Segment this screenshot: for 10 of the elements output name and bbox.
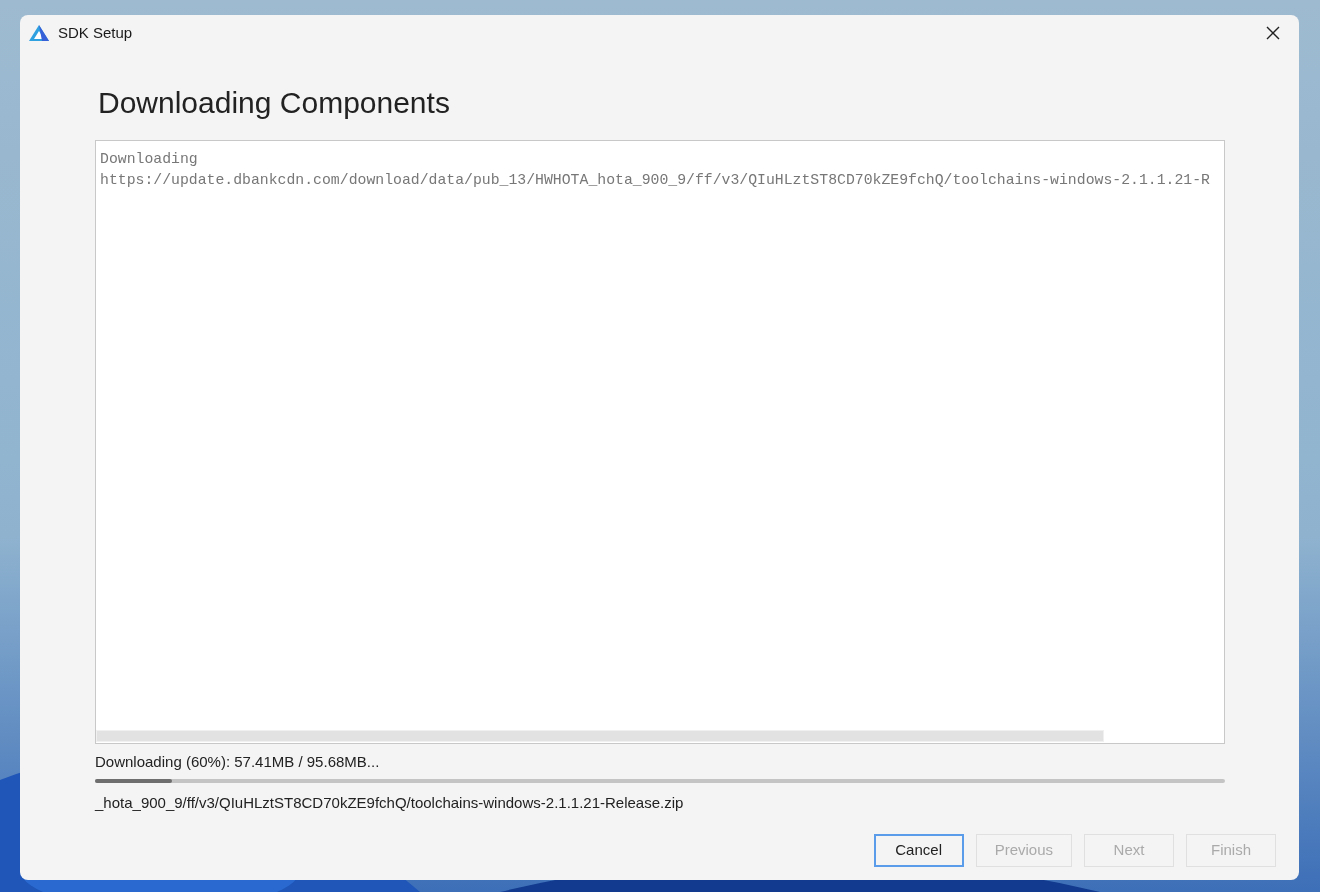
app-logo-icon xyxy=(28,24,50,42)
close-icon xyxy=(1266,26,1280,40)
window-title: SDK Setup xyxy=(58,22,133,43)
wizard-button[interactable]: Cancel xyxy=(873,834,964,867)
file-name: _hota_900_9/ff/v3/QIuHLztST8CD70kZE9fchQ/toolchains-windows-2.1.1.21-Release.zip xyxy=(95,793,685,813)
log-line: Downloading xyxy=(100,150,198,169)
scrollbar-thumb[interactable] xyxy=(96,730,1104,742)
page-heading: Downloading Components xyxy=(98,85,451,121)
progress-status: Downloading (60%): 57.41MB / 95.68MB... xyxy=(95,752,381,772)
log-line: https://update.dbankcdn.com/download/data/pub_13/HWHOTA_hota_900_9/ff/v3/QIuHLztST8CD70kZE9fchQ/toolchains-windows-2.1.1.21-R xyxy=(100,171,1210,190)
